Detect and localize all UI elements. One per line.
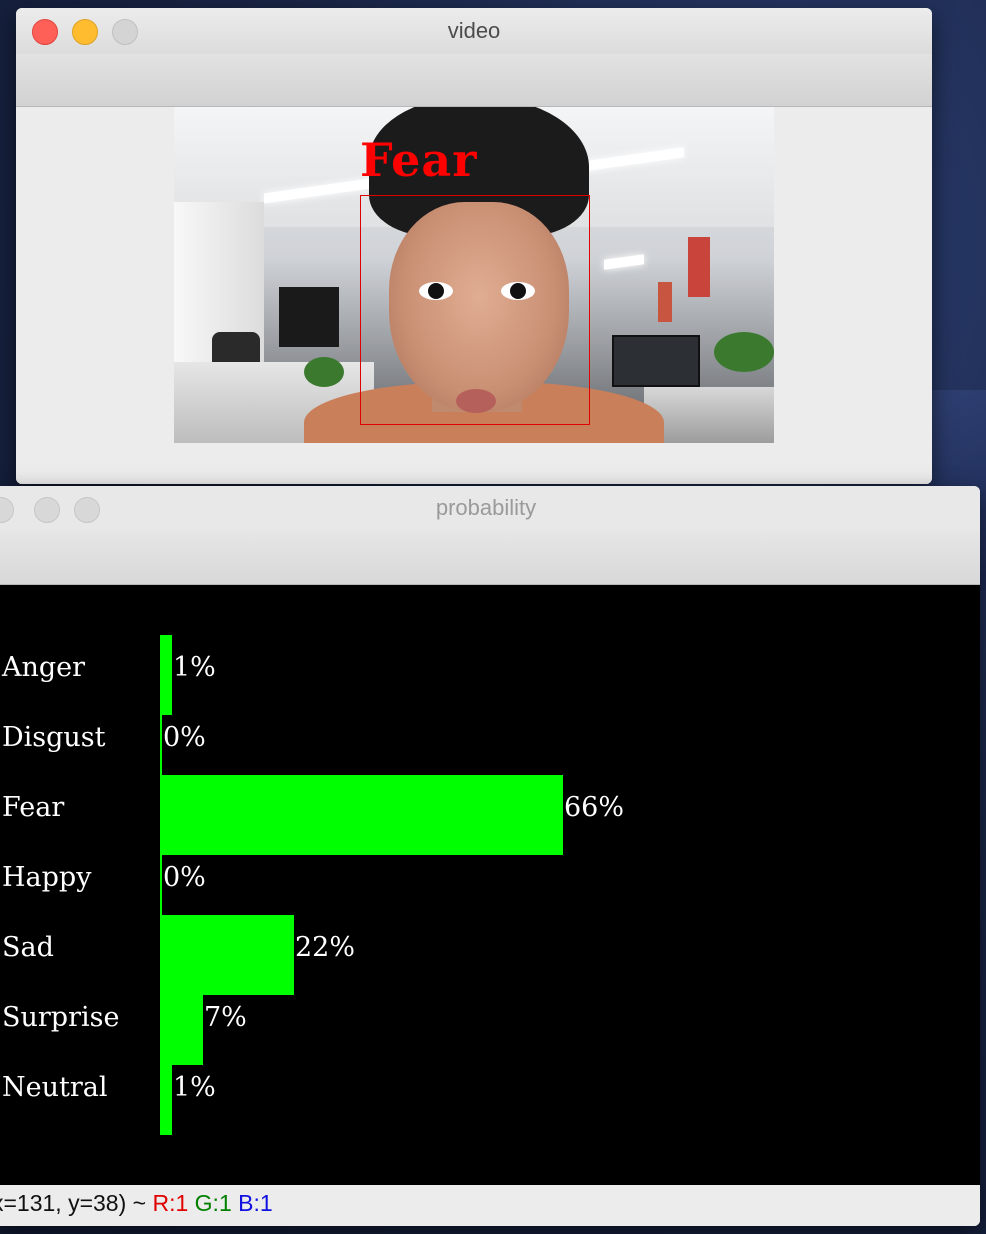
status-coords: x=131, y=38) ~ <box>0 1190 147 1216</box>
probability-bar <box>160 775 563 855</box>
probability-bar <box>160 635 172 715</box>
probability-row: Happy 0% <box>0 845 980 925</box>
video-window-title: video <box>447 18 501 43</box>
probability-row: Surprise 7% <box>0 985 980 1065</box>
probability-value: 0% <box>163 722 206 753</box>
office-plant <box>304 357 344 387</box>
office-banner <box>688 237 710 297</box>
probability-bar <box>160 915 294 995</box>
probability-value: 1% <box>173 1072 216 1103</box>
probability-value: 1% <box>173 652 216 683</box>
probability-value: 66% <box>564 792 625 823</box>
status-green: G:1 <box>194 1190 232 1216</box>
probability-chart: Anger 1% Disgust 0% Fear 66% Happy 0% Sad 22% Surp… <box>0 585 980 1185</box>
office-tv <box>279 287 339 347</box>
probability-bar <box>160 845 162 925</box>
probability-row: Sad 22% <box>0 915 980 995</box>
emotion-name: Anger <box>2 652 86 683</box>
close-button[interactable] <box>32 19 58 45</box>
emotion-name: Neutral <box>2 1072 108 1103</box>
probability-bar <box>160 985 203 1065</box>
probability-titlebar[interactable]: probability <box>0 486 980 530</box>
office-plant <box>714 332 774 372</box>
emotion-label: Fear <box>360 133 478 187</box>
zoom-button[interactable] <box>112 19 138 45</box>
video-toolbar <box>16 54 932 107</box>
emotion-name: Surprise <box>2 1002 120 1033</box>
zoom-button[interactable] <box>74 497 100 523</box>
status-red: R:1 <box>152 1190 189 1216</box>
probability-window[interactable]: probability Anger 1% Disgust 0% Fear 66% Happy… <box>0 486 980 1226</box>
probability-row: Anger 1% <box>0 635 980 715</box>
video-window[interactable]: video Fear <box>16 8 932 484</box>
probability-row: Disgust 0% <box>0 705 980 785</box>
probability-row: Neutral 1% <box>0 1055 980 1135</box>
ceiling-light <box>604 254 644 270</box>
webcam-frame: Fear <box>174 107 774 443</box>
probability-value: 22% <box>295 932 356 963</box>
probability-value: 0% <box>163 862 206 893</box>
close-button[interactable] <box>0 497 14 523</box>
probability-bar <box>160 705 162 785</box>
probability-bar <box>160 1055 172 1135</box>
probability-window-title: probability <box>435 495 537 520</box>
status-bar: x=131, y=38) ~ R:1 G:1 B:1 <box>0 1185 980 1226</box>
minimize-button[interactable] <box>34 497 60 523</box>
emotion-name: Happy <box>2 862 92 893</box>
face-detection-box <box>360 195 590 425</box>
emotion-name: Sad <box>2 932 54 963</box>
probability-toolbar <box>0 530 980 585</box>
status-blue: B:1 <box>238 1190 273 1216</box>
video-content: Fear <box>16 107 932 484</box>
emotion-name: Disgust <box>2 722 106 753</box>
minimize-button[interactable] <box>72 19 98 45</box>
probability-value: 7% <box>204 1002 247 1033</box>
office-monitor <box>612 335 700 387</box>
probability-row: Fear 66% <box>0 775 980 855</box>
office-banner <box>658 282 672 322</box>
video-titlebar[interactable]: video <box>16 8 932 54</box>
emotion-name: Fear <box>2 792 65 823</box>
